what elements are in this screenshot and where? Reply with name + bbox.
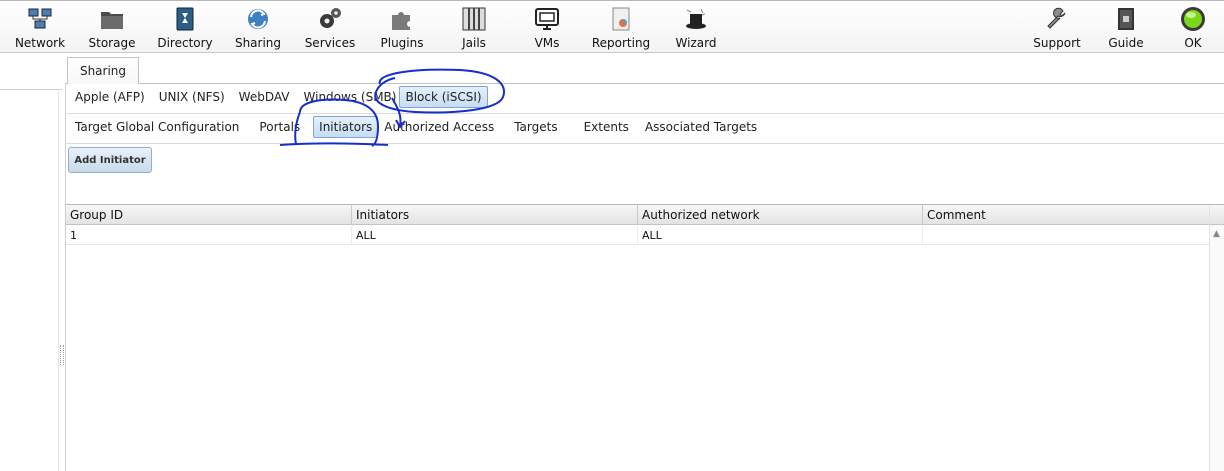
share-tabs-line (65, 113, 1224, 114)
toolbar-wizard[interactable]: Wizard (673, 6, 719, 52)
toolbar-services[interactable]: Services (302, 6, 358, 52)
grid-header: Group ID Initiators Authorized network C… (66, 205, 1209, 225)
toolbar-storage[interactable]: Storage (86, 6, 138, 52)
ok-status-icon (1181, 7, 1205, 31)
left-pane-divider (0, 89, 62, 90)
column-header-group-id[interactable]: Group ID (66, 205, 352, 225)
main-content: Sharing Apple (AFP) UNIX (NFS) WebDAV Wi… (65, 54, 1224, 471)
cell-initiators: ALL (352, 226, 638, 245)
toolbar-sharing[interactable]: Sharing (233, 6, 283, 52)
grid-scrollbar[interactable]: ▲ (1209, 205, 1224, 471)
network-icon (28, 8, 52, 29)
cell-comment (923, 226, 1209, 245)
toolbar-network[interactable]: Network (14, 6, 66, 52)
storage-icon (101, 12, 123, 29)
toolbar-ok[interactable]: OK (1176, 6, 1210, 52)
sharing-icon (248, 9, 268, 29)
tab-extents[interactable]: Extents (581, 116, 632, 138)
services-icon (320, 8, 341, 28)
iscsi-tabs: Target Global Configuration Portals Init… (72, 116, 768, 138)
toolbar-plugins[interactable]: Plugins (378, 6, 426, 52)
left-pane-border (58, 89, 59, 471)
vms-icon (535, 8, 559, 30)
column-header-initiators[interactable]: Initiators (352, 205, 638, 225)
directory-icon (176, 7, 194, 31)
tab-sharing-label: Sharing (79, 64, 127, 78)
tab-block-iscsi[interactable]: Block (iSCSI) (399, 86, 488, 108)
scrollbar-corner (1210, 205, 1224, 225)
left-navigation-pane (0, 54, 62, 471)
reporting-icon (612, 7, 630, 31)
tab-webdav[interactable]: WebDAV (236, 86, 293, 108)
support-icon (1047, 7, 1066, 29)
tab-strip-line (65, 83, 1224, 84)
plugins-icon (392, 12, 410, 30)
column-header-authorized-network[interactable]: Authorized network (638, 205, 923, 225)
toolbar-directory[interactable]: Directory (155, 6, 215, 52)
toolbar-vms[interactable]: VMs (530, 6, 564, 52)
tab-targets[interactable]: Targets (511, 116, 560, 138)
tab-sharing[interactable]: Sharing (67, 57, 139, 84)
jails-icon (462, 7, 486, 31)
tab-windows-smb[interactable]: Windows (SMB) (301, 86, 400, 108)
initiators-grid: Group ID Initiators Authorized network C… (66, 204, 1224, 471)
pane-splitter-handle[interactable] (60, 345, 64, 365)
toolbar-guide[interactable]: Guide (1106, 6, 1146, 52)
top-toolbar: Network Storage Directory Sharing Servic… (0, 0, 1224, 53)
tab-portals[interactable]: Portals (256, 116, 303, 138)
tab-initiators[interactable]: Initiators (313, 116, 379, 138)
guide-icon (1118, 8, 1134, 30)
wizard-icon (686, 8, 706, 29)
iscsi-tabs-line (65, 143, 1224, 144)
tab-authorized-access[interactable]: Authorized Access (381, 116, 497, 138)
tab-associated-targets[interactable]: Associated Targets (642, 116, 760, 138)
tab-target-global-configuration[interactable]: Target Global Configuration (72, 116, 242, 138)
share-type-tabs: Apple (AFP) UNIX (NFS) WebDAV Windows (S… (72, 86, 496, 108)
toolbar-reporting[interactable]: Reporting (591, 6, 651, 52)
cell-group-id: 1 (66, 226, 352, 245)
toolbar-jails[interactable]: Jails (454, 6, 494, 52)
tab-unix-nfs[interactable]: UNIX (NFS) (156, 86, 228, 108)
scroll-up-icon[interactable]: ▲ (1213, 229, 1220, 239)
add-initiator-button[interactable]: Add Initiator (68, 147, 152, 173)
table-row[interactable]: 1 ALL ALL (66, 226, 1209, 245)
tab-apple-afp[interactable]: Apple (AFP) (72, 86, 148, 108)
cell-authorized-network: ALL (638, 226, 923, 245)
toolbar-support[interactable]: Support (1032, 6, 1082, 52)
column-header-comment[interactable]: Comment (923, 205, 1209, 225)
